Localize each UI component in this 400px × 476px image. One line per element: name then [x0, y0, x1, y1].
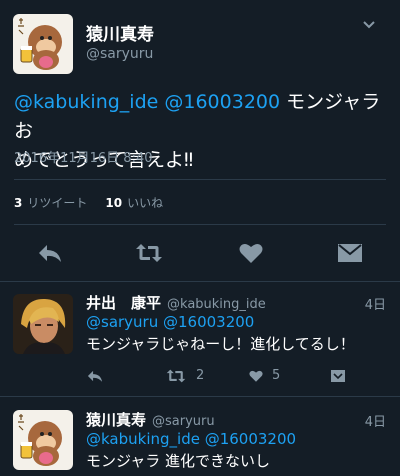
avatar[interactable]: [13, 14, 73, 74]
mention-link[interactable]: @16003200: [164, 91, 280, 113]
tweet-stats: 3 リツイート 10 いいね: [14, 194, 163, 211]
main-tweet: 猿川真寿 @saryuru @kabuking_ide @16003200 モン…: [0, 0, 400, 281]
message-icon[interactable]: [336, 242, 364, 264]
retweet-icon[interactable]: [135, 242, 163, 264]
retweet-icon[interactable]: [166, 368, 186, 384]
reply-user-name[interactable]: 井出 康平 @kabuking_ide: [86, 292, 266, 313]
avatar[interactable]: [13, 410, 73, 470]
reply-time: 4日: [364, 298, 386, 313]
user-name[interactable]: 猿川真寿: [86, 20, 154, 45]
reply-text: モンジャラじゃねーし！進化してるし！: [86, 335, 355, 353]
reply-name[interactable]: 井出 康平: [86, 294, 161, 312]
divider: [0, 396, 400, 397]
retweet-label[interactable]: リツイート: [27, 196, 87, 210]
divider: [14, 179, 386, 180]
reply-name[interactable]: 猿川真寿: [86, 411, 146, 429]
like-count[interactable]: 10: [105, 196, 122, 210]
retweet-count[interactable]: 2: [196, 368, 204, 383]
chevron-down-icon[interactable]: [362, 19, 376, 31]
tweet-timestamp: 2016年11月16日 8:40: [14, 151, 153, 166]
user-handle[interactable]: @saryuru: [86, 46, 153, 62]
monkey-avatar-icon: [13, 410, 73, 470]
mention-link[interactable]: @kabuking_ide: [14, 91, 158, 113]
avatar[interactable]: [13, 294, 73, 354]
reply-mentions[interactable]: @kabuking_ide @16003200: [86, 430, 296, 448]
like-icon[interactable]: [237, 242, 265, 264]
like-icon[interactable]: [248, 368, 264, 384]
divider: [14, 224, 386, 225]
reply-text: モンジャラ 進化できないし: [86, 452, 271, 470]
reply-user-name[interactable]: 猿川真寿 @saryuru: [86, 409, 215, 430]
retweet-count[interactable]: 3: [14, 196, 22, 210]
reply-handle[interactable]: @saryuru: [152, 414, 215, 429]
divider: [0, 281, 400, 282]
reply-mentions[interactable]: @saryuru @16003200: [86, 313, 254, 331]
reply-handle[interactable]: @kabuking_ide: [167, 297, 266, 312]
reply-icon[interactable]: [86, 368, 104, 384]
reply-time: 4日: [364, 415, 386, 430]
monkey-avatar-icon: [13, 14, 73, 74]
like-label[interactable]: いいね: [127, 196, 163, 210]
like-count[interactable]: 5: [272, 368, 280, 383]
reply-icon[interactable]: [36, 242, 64, 264]
more-icon[interactable]: [330, 369, 346, 383]
user-photo-icon: [13, 294, 73, 354]
